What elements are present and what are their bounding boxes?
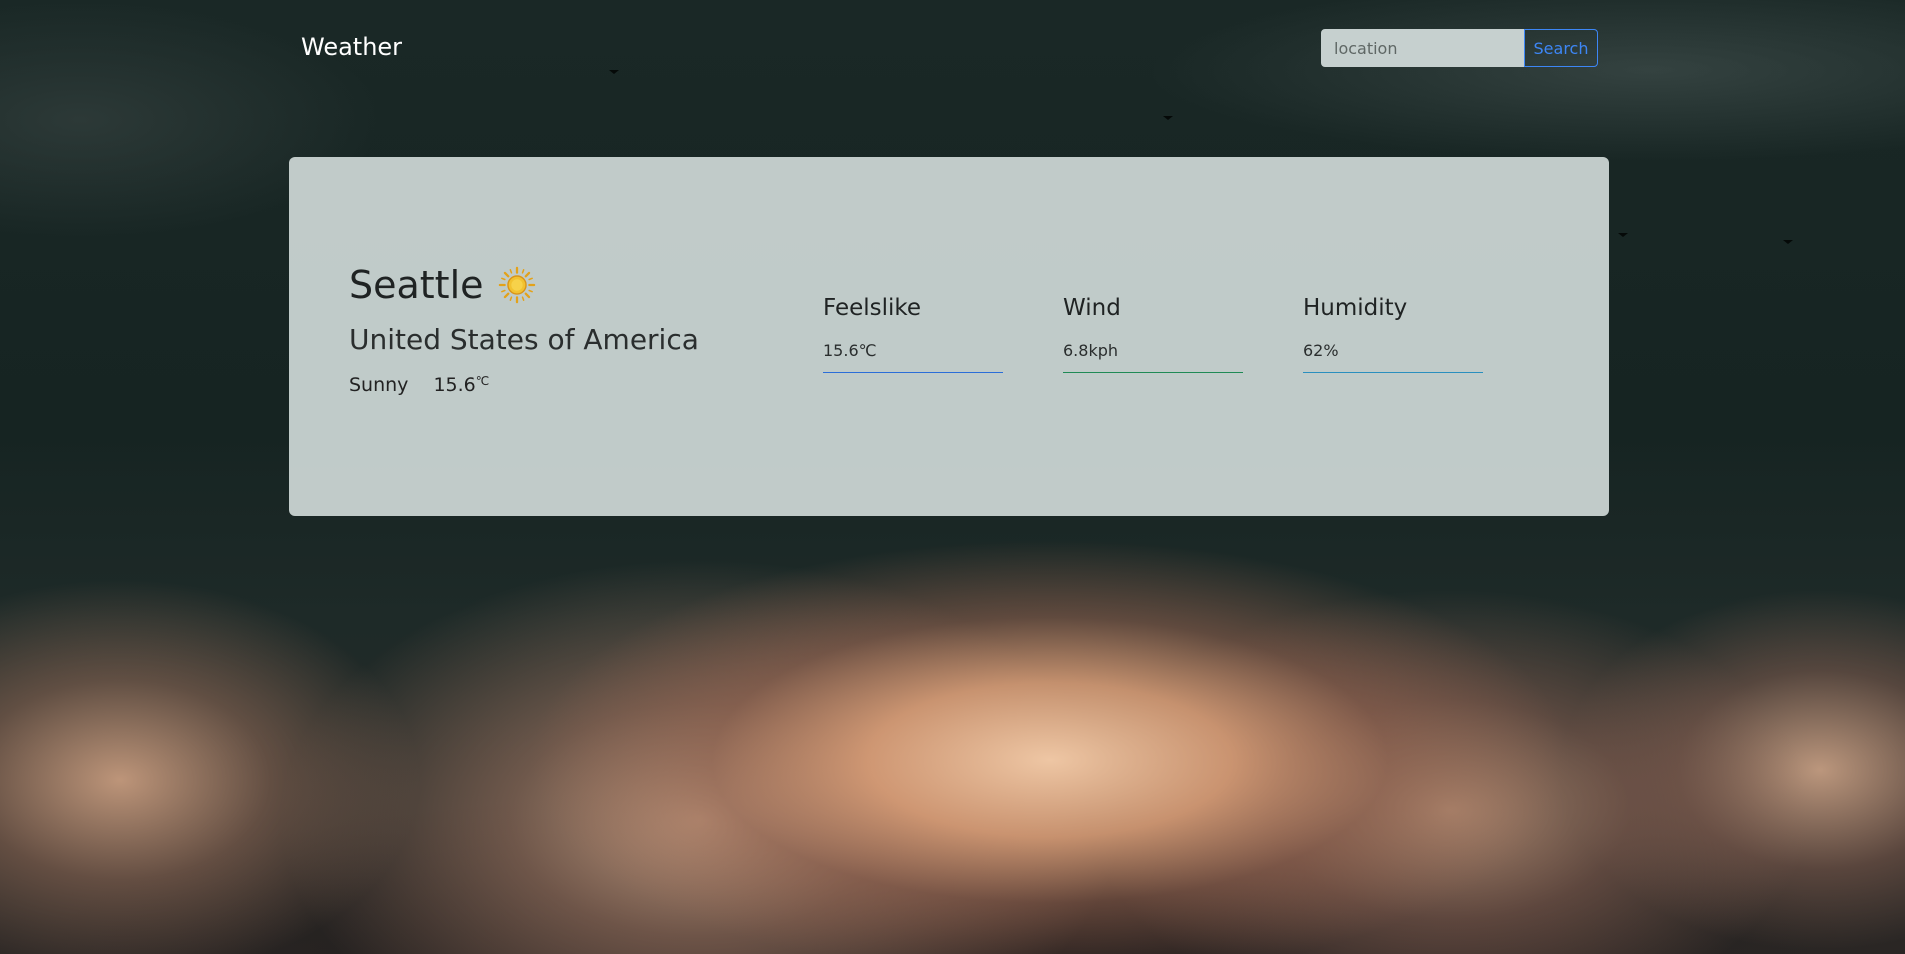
city-name: Seattle [349, 263, 484, 307]
country-name: United States of America [349, 323, 699, 356]
weather-card: Seattle United States of America Sunny 1… [289, 157, 1609, 516]
sun-icon [498, 266, 535, 304]
search-input[interactable] [1321, 29, 1524, 67]
stat-title: Humidity [1303, 295, 1408, 321]
location-block: Seattle United States of America Sunny 1… [349, 263, 699, 396]
stat-value: 62% [1303, 341, 1339, 360]
stat-bar [1303, 372, 1483, 373]
stat-humidity: Humidity 62% [1303, 295, 1483, 373]
search-button[interactable]: Search [1524, 29, 1598, 67]
temperature-unit: ℃ [475, 374, 490, 388]
bird-decoration [1618, 233, 1628, 237]
brand-title[interactable]: Weather [301, 33, 402, 61]
search-form: Search [1321, 29, 1598, 67]
navbar: Weather Search [0, 0, 1905, 98]
stat-value: 6.8kph [1063, 341, 1119, 360]
stat-bar [1063, 372, 1243, 373]
stat-bar [823, 372, 1003, 373]
current-temperature: 15.6℃ [433, 374, 489, 396]
stat-feelslike: Feelslike 15.6℃ [823, 295, 1003, 373]
bird-decoration [1163, 116, 1173, 120]
bird-decoration [1783, 240, 1793, 244]
stat-title: Wind [1063, 295, 1121, 321]
stat-title: Feelslike [823, 295, 922, 321]
city-row: Seattle [349, 263, 699, 307]
condition-text: Sunny [349, 374, 409, 396]
condition-row: Sunny 15.6℃ [349, 374, 699, 396]
stat-wind: Wind 6.8kph [1063, 295, 1243, 373]
temperature-value: 15.6 [433, 374, 476, 396]
stat-value: 15.6℃ [823, 341, 877, 360]
